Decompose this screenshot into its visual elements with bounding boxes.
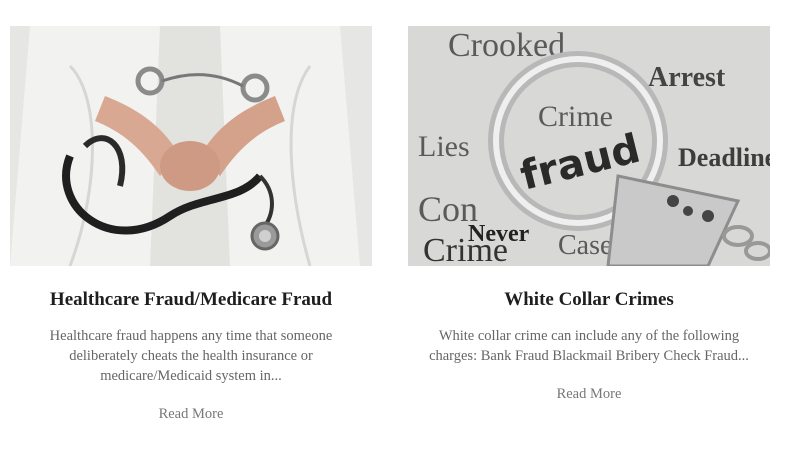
article-title[interactable]: White Collar Crimes: [408, 288, 770, 312]
article-title[interactable]: Healthcare Fraud/Medicare Fraud: [10, 288, 372, 312]
article-image-white-collar[interactable]: Crooked Crime Arrest Con Lies Deadline N…: [408, 26, 770, 266]
read-more-link[interactable]: Read More: [10, 406, 372, 423]
newspaper-word: Lies: [418, 130, 470, 163]
article-excerpt: White collar crime can include any of th…: [429, 328, 749, 364]
read-more-link[interactable]: Read More: [408, 386, 770, 403]
newspaper-word: Crime: [538, 100, 613, 133]
newspaper-word: Arrest: [648, 62, 726, 93]
article-card-white-collar: Crooked Crime Arrest Con Lies Deadline N…: [408, 26, 770, 403]
newspaper-word: Crime: [423, 232, 508, 266]
article-card-healthcare-fraud: Healthcare Fraud/Medicare Fraud Healthca…: [10, 26, 372, 423]
article-image-healthcare[interactable]: [10, 26, 372, 266]
newspaper-word: Deadline: [678, 143, 770, 172]
handcuffs-fraud-photo: Crooked Crime Arrest Con Lies Deadline N…: [408, 26, 770, 266]
doctor-handcuffs-photo: [10, 26, 372, 266]
article-excerpt: Healthcare fraud happens any time that s…: [49, 328, 333, 384]
